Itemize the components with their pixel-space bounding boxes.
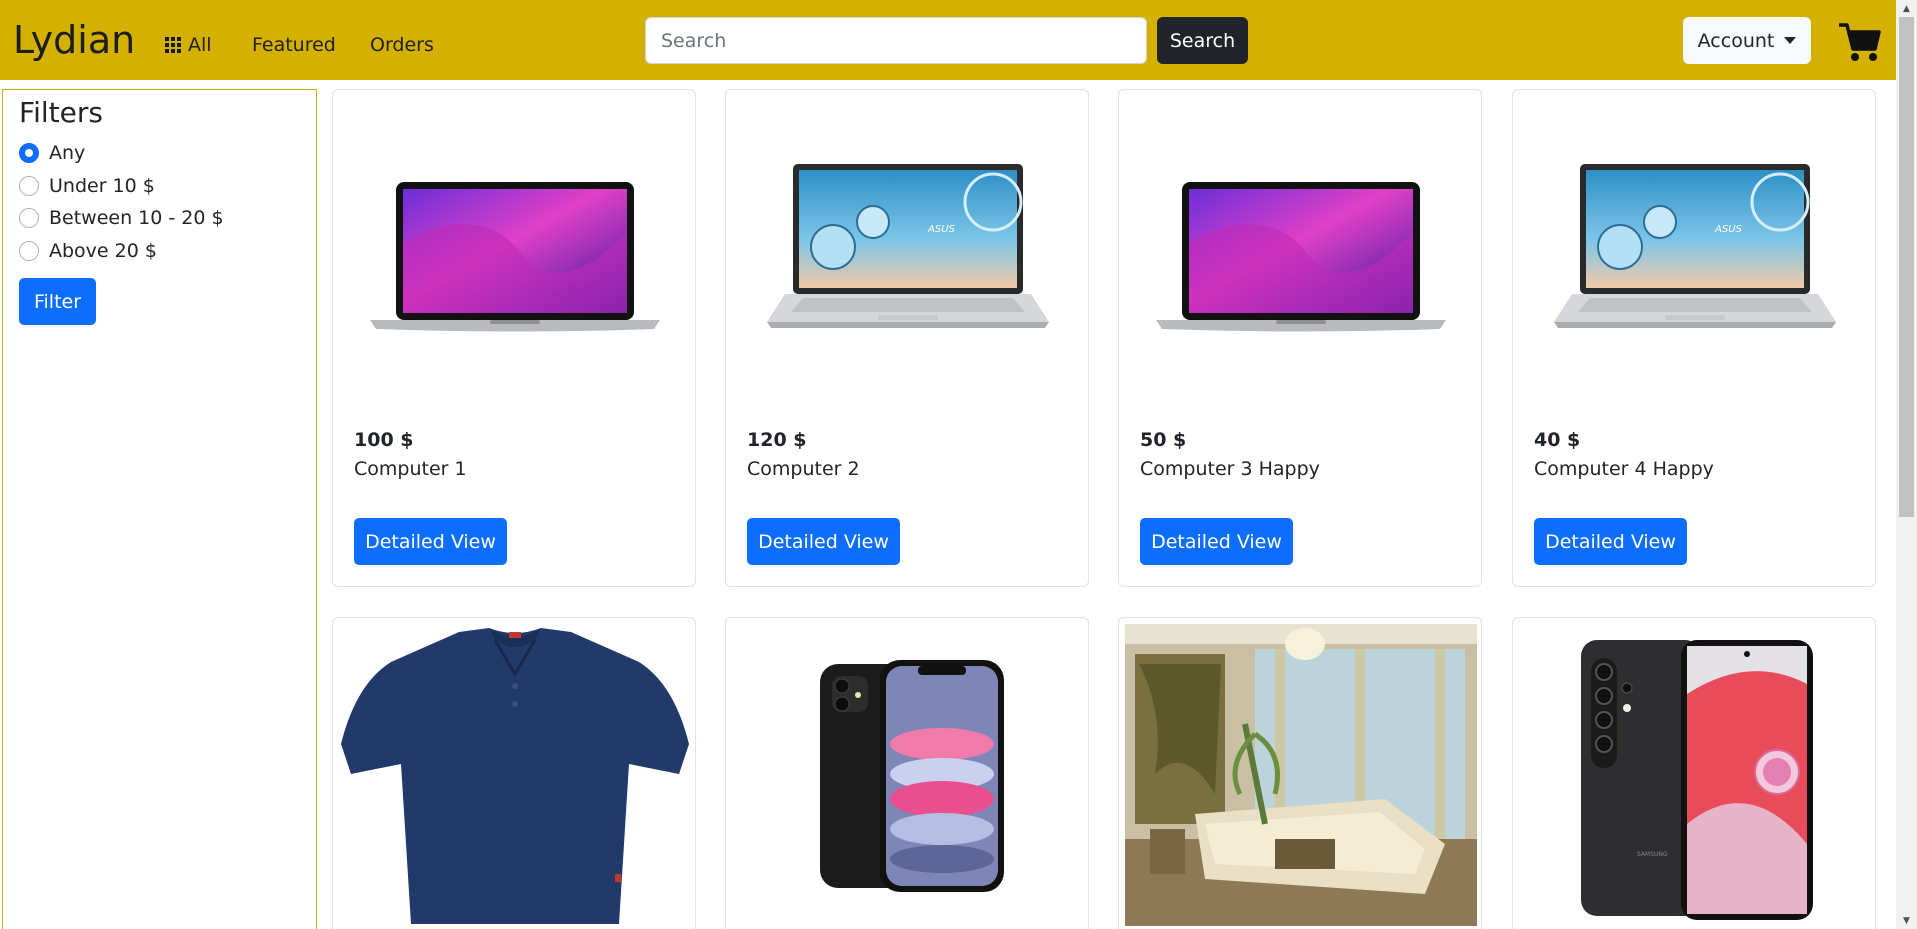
polo-shirt-image bbox=[341, 628, 689, 924]
product-card: 50 $ Computer 3 Happy Detailed View bbox=[1118, 89, 1482, 587]
scroll-down-arrow-icon[interactable]: ▼ bbox=[1896, 912, 1917, 929]
filter-button[interactable]: Filter bbox=[19, 278, 96, 325]
account-dropdown-button[interactable]: Account bbox=[1683, 17, 1811, 64]
filter-option-label: Above 20 $ bbox=[49, 240, 157, 262]
product-name: Computer 4 Happy bbox=[1534, 458, 1714, 480]
scrollbar-thumb[interactable] bbox=[1899, 17, 1914, 517]
filters-sidebar: Filters Any Under 10 $ Between 10 - 20 $… bbox=[2, 89, 317, 929]
account-label: Account bbox=[1697, 29, 1775, 52]
product-card: ASUS 120 $ Computer 2 Detailed View bbox=[725, 89, 1089, 587]
product-price: 100 $ bbox=[354, 429, 414, 451]
scroll-up-arrow-icon[interactable]: ▲ bbox=[1896, 0, 1917, 17]
filter-option-label: Under 10 $ bbox=[49, 175, 155, 197]
filter-option-above-20[interactable]: Above 20 $ bbox=[19, 240, 157, 262]
filter-option-any[interactable]: Any bbox=[19, 142, 85, 164]
product-price: 40 $ bbox=[1534, 429, 1581, 451]
radio-button[interactable] bbox=[19, 143, 39, 163]
brand-logo[interactable]: Lydian bbox=[13, 18, 135, 62]
radio-button[interactable] bbox=[19, 176, 39, 196]
filters-title: Filters bbox=[19, 96, 103, 129]
macbook-image bbox=[370, 182, 660, 332]
product-image[interactable]: SAMSUNG bbox=[1519, 624, 1871, 926]
grid-icon bbox=[165, 37, 181, 53]
product-name: Computer 2 bbox=[747, 458, 860, 480]
asus-laptop-image: ASUS bbox=[1554, 164, 1836, 328]
product-image[interactable] bbox=[1125, 624, 1477, 926]
asus-laptop-image: ASUS bbox=[767, 164, 1049, 328]
nav-featured-link[interactable]: Featured bbox=[252, 34, 336, 56]
product-image[interactable] bbox=[339, 624, 691, 926]
product-name: Computer 3 Happy bbox=[1140, 458, 1320, 480]
macbook-image bbox=[1156, 182, 1446, 332]
nav-all-link[interactable]: All bbox=[165, 34, 212, 56]
product-card bbox=[332, 617, 696, 929]
iphone-image bbox=[820, 660, 1004, 892]
radio-button[interactable] bbox=[19, 208, 39, 228]
detailed-view-button[interactable]: Detailed View bbox=[1140, 518, 1293, 565]
product-price: 120 $ bbox=[747, 429, 807, 451]
filter-option-between-10-20[interactable]: Between 10 - 20 $ bbox=[19, 207, 224, 229]
samsung-phone-image: SAMSUNG bbox=[1581, 640, 1813, 920]
chevron-down-icon bbox=[1784, 37, 1797, 44]
product-price: 50 $ bbox=[1140, 429, 1187, 451]
search-input[interactable] bbox=[645, 17, 1147, 64]
svg-text:SAMSUNG: SAMSUNG bbox=[1637, 851, 1668, 858]
svg-text:ASUS: ASUS bbox=[1714, 224, 1743, 235]
radio-button[interactable] bbox=[19, 241, 39, 261]
product-image[interactable] bbox=[732, 624, 1084, 926]
product-name: Computer 1 bbox=[354, 458, 467, 480]
nav-orders-link[interactable]: Orders bbox=[370, 34, 434, 56]
nav-all-label: All bbox=[188, 34, 212, 56]
product-card: ASUS 40 $ Computer 4 Happy Detailed View bbox=[1512, 89, 1876, 587]
filter-option-label: Any bbox=[49, 142, 86, 164]
filter-option-label: Between 10 - 20 $ bbox=[49, 207, 224, 229]
search-button[interactable]: Search bbox=[1157, 17, 1248, 64]
svg-text:ASUS: ASUS bbox=[927, 224, 956, 235]
product-image[interactable]: ASUS bbox=[1519, 96, 1871, 398]
detailed-view-button[interactable]: Detailed View bbox=[747, 518, 900, 565]
product-card bbox=[725, 617, 1089, 929]
product-image[interactable] bbox=[339, 96, 691, 398]
detailed-view-button[interactable]: Detailed View bbox=[354, 518, 507, 565]
product-card bbox=[1118, 617, 1482, 929]
detailed-view-button[interactable]: Detailed View bbox=[1534, 518, 1687, 565]
top-navbar: Lydian All Featured Orders Search Accoun… bbox=[0, 0, 1896, 80]
page-scrollbar[interactable]: ▲ ▼ bbox=[1896, 0, 1917, 929]
filter-option-under-10[interactable]: Under 10 $ bbox=[19, 175, 155, 197]
product-image[interactable]: ASUS bbox=[732, 96, 1084, 398]
shopping-cart-icon[interactable] bbox=[1839, 22, 1881, 62]
product-card: 100 $ Computer 1 Detailed View bbox=[332, 89, 696, 587]
product-card: SAMSUNG bbox=[1512, 617, 1876, 929]
product-image[interactable] bbox=[1125, 96, 1477, 398]
living-room-image bbox=[1125, 624, 1477, 926]
